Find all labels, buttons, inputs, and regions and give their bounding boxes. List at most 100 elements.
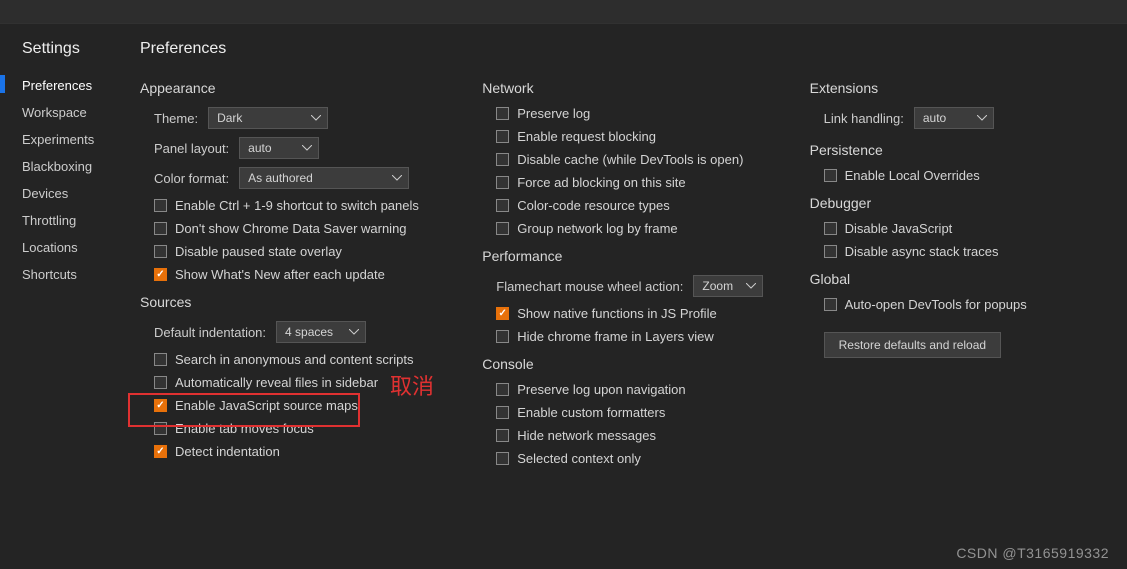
global-checkbox[interactable]: Auto-open DevTools for popups	[824, 297, 1107, 312]
checkbox-icon	[824, 169, 837, 182]
checkbox-icon	[496, 176, 509, 189]
checkbox-label: Auto-open DevTools for popups	[845, 297, 1027, 312]
checkbox-label: Group network log by frame	[517, 221, 677, 236]
section-global: Global	[810, 271, 1107, 287]
flamechart-label: Flamechart mouse wheel action:	[496, 279, 683, 294]
network-checkbox[interactable]: Force ad blocking on this site	[496, 175, 779, 190]
theme-label: Theme:	[154, 111, 198, 126]
appearance-checkbox[interactable]: Show What's New after each update	[154, 267, 452, 282]
checkbox-icon	[824, 245, 837, 258]
sidebar-item-experiments[interactable]: Experiments	[22, 126, 120, 153]
settings-sidebar: Settings PreferencesWorkspaceExperiments…	[0, 24, 120, 569]
network-checkbox[interactable]: Preserve log	[496, 106, 779, 121]
section-extensions: Extensions	[810, 80, 1107, 96]
debugger-checkbox[interactable]: Disable async stack traces	[824, 244, 1107, 259]
flamechart-select[interactable]: Zoom	[693, 275, 763, 297]
checkbox-icon	[496, 199, 509, 212]
checkbox-label: Hide network messages	[517, 428, 656, 443]
performance-checkbox[interactable]: Show native functions in JS Profile	[496, 306, 779, 321]
console-checkbox[interactable]: Preserve log upon navigation	[496, 382, 779, 397]
section-persistence: Persistence	[810, 142, 1107, 158]
checkbox-label: Preserve log upon navigation	[517, 382, 685, 397]
checkbox-icon	[154, 245, 167, 258]
checkbox-label: Selected context only	[517, 451, 641, 466]
section-network: Network	[482, 80, 779, 96]
checkbox-label: Force ad blocking on this site	[517, 175, 685, 190]
checkbox-icon	[496, 107, 509, 120]
page-title: Preferences	[140, 40, 226, 58]
panel-layout-label: Panel layout:	[154, 141, 229, 156]
sources-checkbox[interactable]: Search in anonymous and content scripts	[154, 352, 452, 367]
watermark: CSDN @T3165919332	[956, 545, 1109, 561]
sidebar-item-throttling[interactable]: Throttling	[22, 207, 120, 234]
checkbox-label: Detect indentation	[175, 444, 280, 459]
checkbox-icon	[496, 130, 509, 143]
section-sources: Sources	[140, 294, 452, 310]
sidebar-item-preferences[interactable]: Preferences	[22, 72, 120, 99]
sidebar-item-devices[interactable]: Devices	[22, 180, 120, 207]
appearance-checkbox[interactable]: Disable paused state overlay	[154, 244, 452, 259]
console-checkbox[interactable]: Enable custom formatters	[496, 405, 779, 420]
network-checkbox[interactable]: Disable cache (while DevTools is open)	[496, 152, 779, 167]
checkbox-label: Hide chrome frame in Layers view	[517, 329, 714, 344]
appearance-checkbox[interactable]: Enable Ctrl + 1-9 shortcut to switch pan…	[154, 198, 452, 213]
appearance-checkbox[interactable]: Don't show Chrome Data Saver warning	[154, 221, 452, 236]
top-toolbar	[0, 0, 1127, 24]
checkbox-icon	[154, 353, 167, 366]
section-appearance: Appearance	[140, 80, 452, 96]
checkbox-label: Enable custom formatters	[517, 405, 665, 420]
sidebar-item-shortcuts[interactable]: Shortcuts	[22, 261, 120, 288]
cancel-annotation: 取消	[390, 369, 434, 401]
sidebar-item-locations[interactable]: Locations	[22, 234, 120, 261]
network-checkbox[interactable]: Group network log by frame	[496, 221, 779, 236]
sidebar-item-workspace[interactable]: Workspace	[22, 99, 120, 126]
persistence-checkbox[interactable]: Enable Local Overrides	[824, 168, 1107, 183]
checkbox-icon	[496, 406, 509, 419]
checkbox-icon	[496, 330, 509, 343]
checkbox-icon	[496, 222, 509, 235]
link-handling-select[interactable]: auto	[914, 107, 994, 129]
checkbox-label: Show native functions in JS Profile	[517, 306, 716, 321]
checkbox-icon	[496, 307, 509, 320]
section-debugger: Debugger	[810, 195, 1107, 211]
checkbox-label: Preserve log	[517, 106, 590, 121]
checkbox-icon	[154, 199, 167, 212]
color-format-label: Color format:	[154, 171, 229, 186]
checkbox-label: Show What's New after each update	[175, 267, 385, 282]
checkbox-label: Enable Ctrl + 1-9 shortcut to switch pan…	[175, 198, 419, 213]
default-indent-label: Default indentation:	[154, 325, 266, 340]
checkbox-icon	[824, 222, 837, 235]
sources-checkbox[interactable]: Detect indentation	[154, 444, 452, 459]
restore-defaults-button[interactable]: Restore defaults and reload	[824, 332, 1001, 358]
checkbox-label: Enable Local Overrides	[845, 168, 980, 183]
theme-select[interactable]: Dark	[208, 107, 328, 129]
network-checkbox[interactable]: Color-code resource types	[496, 198, 779, 213]
checkbox-label: Disable paused state overlay	[175, 244, 342, 259]
checkbox-icon	[824, 298, 837, 311]
panel-layout-select[interactable]: auto	[239, 137, 319, 159]
console-checkbox[interactable]: Selected context only	[496, 451, 779, 466]
highlight-annotation	[128, 393, 360, 427]
checkbox-label: Enable request blocking	[517, 129, 656, 144]
checkbox-icon	[496, 383, 509, 396]
checkbox-label: Disable JavaScript	[845, 221, 953, 236]
checkbox-label: Automatically reveal files in sidebar	[175, 375, 378, 390]
debugger-checkbox[interactable]: Disable JavaScript	[824, 221, 1107, 236]
sidebar-item-blackboxing[interactable]: Blackboxing	[22, 153, 120, 180]
section-console: Console	[482, 356, 779, 372]
sidebar-title: Settings	[22, 40, 120, 58]
checkbox-label: Disable cache (while DevTools is open)	[517, 152, 743, 167]
checkbox-label: Color-code resource types	[517, 198, 669, 213]
color-format-select[interactable]: As authored	[239, 167, 409, 189]
console-checkbox[interactable]: Hide network messages	[496, 428, 779, 443]
link-handling-label: Link handling:	[824, 111, 904, 126]
checkbox-label: Don't show Chrome Data Saver warning	[175, 221, 407, 236]
checkbox-icon	[154, 222, 167, 235]
section-performance: Performance	[482, 248, 779, 264]
network-checkbox[interactable]: Enable request blocking	[496, 129, 779, 144]
default-indent-select[interactable]: 4 spaces	[276, 321, 366, 343]
checkbox-icon	[496, 429, 509, 442]
performance-checkbox[interactable]: Hide chrome frame in Layers view	[496, 329, 779, 344]
checkbox-icon	[154, 445, 167, 458]
checkbox-icon	[496, 153, 509, 166]
